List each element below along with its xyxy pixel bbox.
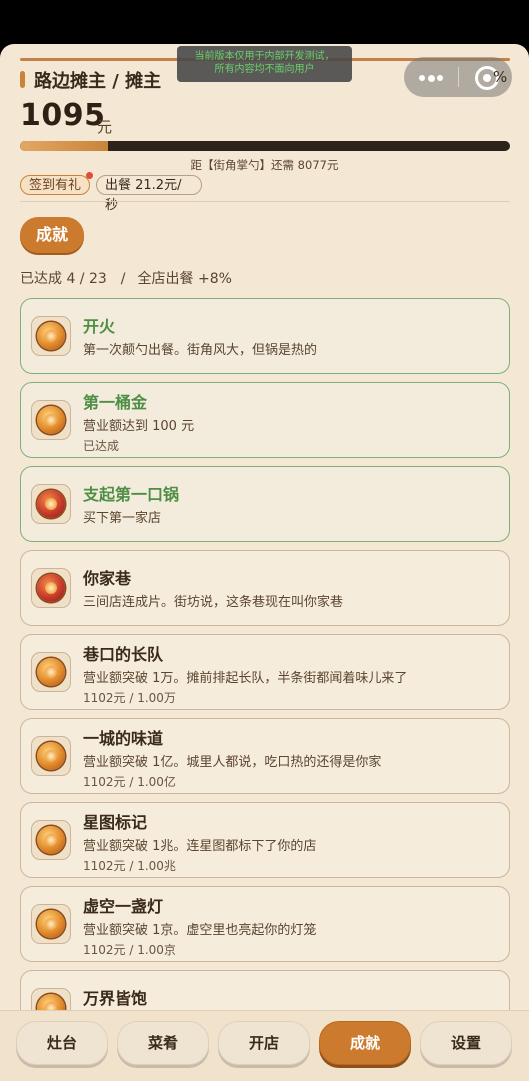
- achievement-description: 营业额突破 1兆。连星图都标下了你的店: [83, 839, 317, 854]
- achievement-description: 营业额突破 1京。虚空里也亮起你的灯笼: [83, 923, 317, 938]
- header-divider: [20, 201, 510, 202]
- achievement-name: 星图标记: [83, 813, 148, 832]
- achievement-card: 星图标记营业额突破 1兆。连星图都标下了你的店 1102元 / 1.00兆: [20, 802, 510, 878]
- next-goal-text: 距【街角掌勺】还需 8077元: [190, 158, 339, 172]
- achievement-bonus: 全店出餐 +8%: [137, 271, 232, 287]
- achievement-medal-icon: [31, 568, 71, 608]
- money-unit: 元: [97, 118, 113, 136]
- achievement-name: 第一桶金: [83, 393, 148, 412]
- serve-rate-chip: 出餐 21.2元/秒: [96, 175, 202, 213]
- achievement-name: 一城的味道: [83, 729, 164, 748]
- signin-reward-button[interactable]: 签到有礼: [20, 172, 93, 195]
- achievement-medal-icon: [31, 820, 71, 860]
- capsule-overlap-text: %: [493, 68, 508, 86]
- money-amount: 1095: [20, 98, 106, 133]
- achievement-card: 支起第一口锅买下第一家店: [20, 466, 510, 542]
- achievement-progress: 1102元 / 1.00亿: [83, 775, 176, 789]
- achievement-medal-icon: [31, 652, 71, 692]
- achievement-medal-icon: [31, 316, 71, 356]
- achievement-medal-icon: [31, 736, 71, 776]
- achievement-medal-icon: [31, 484, 71, 524]
- nav-dishes[interactable]: 菜肴: [117, 1021, 209, 1065]
- more-options-icon[interactable]: [419, 74, 443, 82]
- notification-dot-icon: [86, 172, 93, 179]
- achievement-name: 虚空一盏灯: [83, 897, 164, 916]
- achievement-description: 营业额突破 1万。摊前排起长队，半条街都闻着味儿来了: [83, 671, 408, 686]
- achievement-list: 开火第一次颠勺出餐。街角风大，但锅是热的第一桶金营业额达到 100 元已达成支起…: [20, 298, 510, 1054]
- achievements-section-tab[interactable]: 成就: [20, 217, 84, 253]
- achievement-description: 营业额达到 100 元: [83, 419, 195, 434]
- goal-progress-bar: [20, 141, 510, 151]
- achievement-description: 营业额突破 1亿。城里人都说，吃口热的还得是你家: [83, 755, 382, 770]
- achievement-card: 开火第一次颠勺出餐。街角风大，但锅是热的: [20, 298, 510, 374]
- achievement-name: 支起第一口锅: [83, 485, 180, 504]
- capsule-separator: [458, 67, 459, 87]
- achievement-card: 一城的味道营业额突破 1亿。城里人都说，吃口热的还得是你家 1102元 / 1.0…: [20, 718, 510, 794]
- achieved-count: 已达成 4 / 23: [20, 271, 107, 287]
- achievement-card: 巷口的长队营业额突破 1万。摊前排起长队，半条街都闻着味儿来了 1102元 / 1…: [20, 634, 510, 710]
- summary-separator: /: [120, 271, 126, 287]
- achievement-summary: 已达成 4 / 23 / 全店出餐 +8%: [20, 268, 232, 288]
- achievement-progress: 1102元 / 1.00万: [83, 691, 176, 705]
- dev-notice-line-2: 所有内容均不面向用户: [214, 64, 315, 75]
- achievement-name: 开火: [83, 317, 116, 336]
- achievement-progress: 1102元 / 1.00兆: [83, 859, 176, 873]
- dev-notice-toast: 当前版本仅用于内部开发测试， 所有内容均不面向用户: [177, 46, 352, 82]
- page-title: 路边摊主 / 摊主: [34, 71, 162, 92]
- achievement-card: 第一桶金营业额达到 100 元已达成: [20, 382, 510, 458]
- serve-rate-label: 出餐 21.2元/秒: [105, 178, 182, 213]
- nav-settings[interactable]: 设置: [420, 1021, 512, 1065]
- app-frame: 路边摊主 / 摊主 1095 元 距【街角掌勺】还需 8077元 签到有礼 出餐…: [0, 44, 529, 1080]
- dev-notice-line-1: 当前版本仅用于内部开发测试，: [194, 51, 335, 62]
- achievement-progress: 1102元 / 1.00京: [83, 943, 176, 957]
- achievement-description: 买下第一家店: [83, 511, 162, 526]
- achievement-description: 三间店连成片。街坊说，这条巷现在叫你家巷: [83, 595, 344, 610]
- achievement-name: 你家巷: [83, 569, 132, 588]
- title-marker: [20, 71, 25, 88]
- achievement-medal-icon: [31, 400, 71, 440]
- achievement-card: 你家巷三间店连成片。街坊说，这条巷现在叫你家巷: [20, 550, 510, 626]
- bottom-nav-bar: 灶台 菜肴 开店 成就 设置: [0, 1010, 529, 1081]
- goal-progress-fill: [20, 141, 109, 151]
- nav-achievements[interactable]: 成就: [319, 1021, 411, 1065]
- achievement-description: 第一次颠勺出餐。街角风大，但锅是热的: [83, 343, 318, 358]
- achievement-progress: 已达成: [83, 439, 120, 453]
- achievement-name: 巷口的长队: [83, 645, 164, 664]
- achievement-medal-icon: [31, 904, 71, 944]
- nav-open-shop[interactable]: 开店: [218, 1021, 310, 1065]
- achievement-name: 万界皆饱: [83, 989, 148, 1008]
- achievement-card: 虚空一盏灯营业额突破 1京。虚空里也亮起你的灯笼 1102元 / 1.00京: [20, 886, 510, 962]
- signin-reward-label: 签到有礼: [29, 178, 82, 193]
- nav-stove[interactable]: 灶台: [16, 1021, 108, 1065]
